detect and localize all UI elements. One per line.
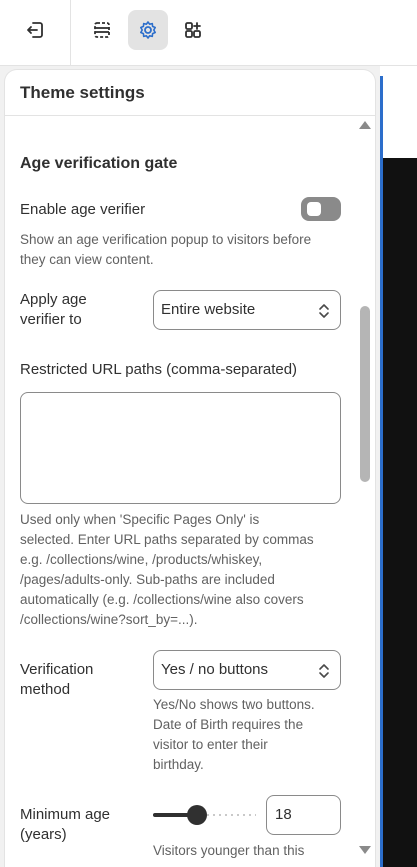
preview-dark-section [383,158,417,867]
method-help-line: birthday. [153,757,204,772]
paths-help-line: e.g. /collections/wine, /products/whiske… [20,552,263,567]
minimum-age-label-line-1: Minimum age [20,806,111,823]
section-title: Age verification gate [20,155,178,172]
scrollbar-thumb[interactable] [360,306,370,482]
theme-settings-panel: Theme settings Age verification gate Ena… [5,70,375,867]
gear-icon [140,21,156,39]
exit-button[interactable] [15,10,55,50]
method-help-line: visitor to enter their [153,737,268,752]
sections-icon [94,22,110,38]
paths-help-line: automatically (e.g. /collections/wine al… [20,592,304,607]
scroll-up-arrow[interactable] [359,121,371,129]
theme-settings-button[interactable] [128,10,168,50]
exit-icon [27,22,43,38]
minimum-age-slider-thumb[interactable] [187,805,207,825]
apply-to-select[interactable]: Entire website [153,290,341,330]
toggle-knob [307,202,321,216]
toolbar-divider [70,0,71,66]
verification-method-label-line-1: Verification [20,661,94,678]
storefront-preview[interactable] [380,66,417,867]
apps-button[interactable] [173,10,213,50]
apply-to-label-line-1: Apply age [20,291,87,308]
paths-help-line: /pages/adults-only. Sub-paths are includ… [20,572,275,587]
verification-method-value: Yes / no buttons [161,661,269,678]
method-help-line: Date of Birth requires the [153,717,304,732]
enable-age-verifier-label: Enable age verifier [20,201,146,218]
method-help-line: Yes/No shows two buttons. [153,697,315,712]
minimum-age-input[interactable]: 18 [266,795,341,835]
minimum-age-label-line-2: (years) [20,826,67,843]
apply-to-value: Entire website [161,301,256,318]
verification-method-select[interactable]: Yes / no buttons [153,650,341,690]
sections-button[interactable] [82,10,122,50]
apply-to-label-line-2: verifier to [20,311,82,328]
verification-method-label-line-2: method [20,681,71,698]
restricted-paths-label: Restricted URL paths (comma-separated) [20,361,298,378]
paths-help-line: selected. Enter URL paths separated by c… [20,532,314,547]
min-age-help-line: Visitors younger than this [153,843,305,858]
restricted-paths-textarea[interactable] [20,392,341,504]
enable-help-line-2: they can view content. [20,252,154,267]
enable-help-line-1: Show an age verification popup to visito… [20,232,312,247]
paths-help-line: /collections/wine?sort_by=...). [20,612,198,627]
panel-title: Theme settings [20,83,145,102]
scroll-down-arrow[interactable] [359,846,371,854]
apps-add-icon [185,22,201,38]
paths-help-line: Used only when 'Specific Pages Only' is [20,512,260,527]
chevron-up-down-icon [319,664,329,678]
panel-header: Theme settings [5,70,375,116]
chevron-up-down-icon [319,304,329,318]
minimum-age-value: 18 [275,806,292,823]
top-toolbar [0,0,417,66]
enable-age-verifier-toggle[interactable] [301,197,341,221]
